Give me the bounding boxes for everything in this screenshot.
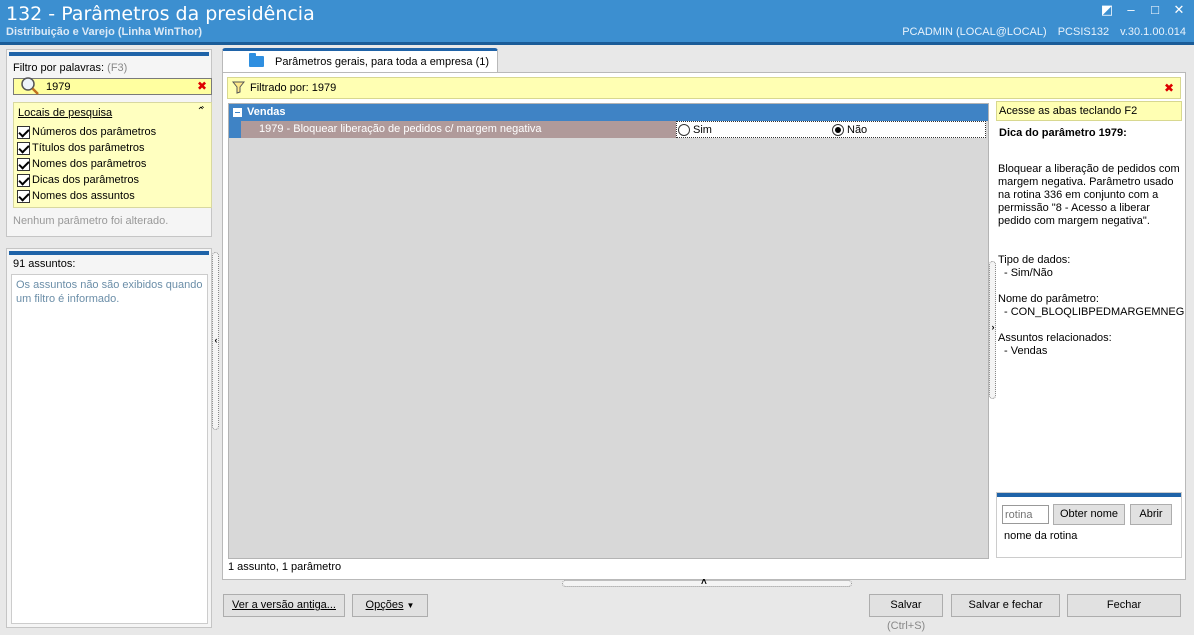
checkbox-icon[interactable] bbox=[17, 125, 30, 139]
related-subjects-value: - Vendas bbox=[1004, 345, 1048, 357]
row-selector[interactable] bbox=[229, 121, 241, 138]
related-subjects-label: Assuntos relacionados: bbox=[998, 332, 1112, 344]
param-name-label: Nome do parâmetro: bbox=[998, 293, 1099, 305]
search-locations: Locais de pesquisa ⌃̂ Números dos parâme… bbox=[13, 102, 212, 208]
window-title: 132 - Parâmetros da presidência bbox=[6, 3, 315, 25]
option-label: Nomes dos parâmetros bbox=[32, 158, 147, 170]
user-name: PCADMIN (LOCAL@LOCAL) bbox=[902, 26, 1047, 38]
restore-icon[interactable]: ◩ bbox=[1100, 3, 1114, 17]
change-status: Nenhum parâmetro foi alterado. bbox=[13, 215, 169, 227]
expand-up-icon[interactable]: ˄ bbox=[701, 577, 707, 588]
panel-accent bbox=[9, 52, 209, 56]
group-title: Vendas bbox=[247, 106, 286, 118]
subjects-list: Os assuntos não são exibidos quando um f… bbox=[11, 274, 208, 624]
tabs-hint: Acesse as abas teclando F2 bbox=[996, 101, 1182, 121]
save-close-button[interactable]: Salvar e fechar bbox=[951, 594, 1060, 617]
option-dicas[interactable]: Dicas dos parâmetros bbox=[17, 173, 139, 187]
folder-icon bbox=[249, 53, 264, 67]
data-type-value: - Sim/Não bbox=[1004, 267, 1053, 279]
option-numeros[interactable]: Números dos parâmetros bbox=[17, 125, 156, 139]
clear-filter-icon[interactable]: ✖ bbox=[197, 79, 207, 93]
tab-label-text: Parâmetros gerais, para toda a empresa bbox=[275, 56, 473, 68]
data-type-label: Tipo de dados: bbox=[998, 254, 1071, 266]
collapse-icon[interactable]: ⌃̂ bbox=[197, 106, 205, 117]
tip-title: Dica do parâmetro 1979: bbox=[999, 127, 1127, 139]
tab-count: (1) bbox=[475, 56, 490, 68]
option-label: Títulos dos parâmetros bbox=[32, 142, 145, 154]
save-button[interactable]: Salvar bbox=[869, 594, 943, 617]
dropdown-arrow-icon: ▼ bbox=[406, 601, 415, 610]
abrir-button[interactable]: Abrir bbox=[1130, 504, 1172, 525]
close-button[interactable]: Fechar bbox=[1067, 594, 1181, 617]
options-button[interactable]: Opções ▼ bbox=[352, 594, 428, 617]
rotina-input[interactable] bbox=[1002, 505, 1049, 524]
funnel-icon bbox=[232, 81, 245, 94]
user-info: PCADMIN (LOCAL@LOCAL) PCSIS132 v.30.1.00… bbox=[894, 26, 1186, 38]
collapse-group-icon[interactable] bbox=[233, 108, 242, 117]
option-nomes[interactable]: Nomes dos parâmetros bbox=[17, 157, 146, 171]
radio-sim[interactable] bbox=[678, 124, 690, 136]
module-code: PCSIS132 bbox=[1057, 26, 1110, 38]
minimize-icon[interactable]: – bbox=[1124, 3, 1138, 17]
old-version-button[interactable]: Ver a versão antiga... bbox=[223, 594, 345, 617]
rotina-caption: nome da rotina bbox=[1004, 530, 1078, 542]
panel-accent bbox=[997, 493, 1181, 497]
subjects-count: 91 assuntos: bbox=[13, 258, 76, 270]
bottom-splitter[interactable]: ˄ bbox=[562, 577, 852, 588]
filter-bar: Filtrado por: 1979 ✖ bbox=[227, 77, 1181, 99]
filter-shortcut: (F3) bbox=[107, 62, 128, 74]
table-row[interactable]: 1979 - Bloquear liberação de pedidos c/ … bbox=[229, 121, 988, 138]
version: v.30.1.00.014 bbox=[1120, 26, 1186, 38]
collapse-left-icon[interactable]: ‹ bbox=[213, 335, 219, 345]
search-icon bbox=[21, 77, 39, 95]
checkbox-icon[interactable] bbox=[17, 157, 30, 171]
tab-parametros-gerais[interactable]: Parâmetros gerais, para toda a empresa (… bbox=[222, 48, 498, 72]
radio-sim-label[interactable]: Sim bbox=[693, 124, 712, 136]
option-label: Dicas dos parâmetros bbox=[32, 174, 139, 186]
close-icon[interactable]: ✕ bbox=[1172, 3, 1186, 17]
options-label: Opções bbox=[365, 599, 404, 611]
status-bar: 1 assunto, 1 parâmetro bbox=[228, 561, 342, 573]
radio-nao[interactable] bbox=[832, 124, 844, 136]
panel-accent bbox=[9, 251, 209, 255]
checkbox-icon[interactable] bbox=[17, 141, 30, 155]
right-splitter[interactable]: › bbox=[989, 261, 996, 399]
filter-bar-text: Filtrado por: 1979 bbox=[250, 82, 337, 94]
param-name-value: - CON_BLOQLIBPEDMARGEMNEG bbox=[1004, 306, 1185, 318]
parameter-options: Sim Não bbox=[676, 121, 986, 138]
save-shortcut: (Ctrl+S) bbox=[887, 620, 926, 632]
window-subtitle: Distribuição e Varejo (Linha WinThor) bbox=[6, 26, 203, 38]
tip-text: Bloquear a liberação de pedidos com marg… bbox=[998, 163, 1180, 227]
main-content: Filtrado por: 1979 ✖ Vendas 1979 - Bloqu… bbox=[222, 72, 1186, 580]
checkbox-icon[interactable] bbox=[17, 189, 30, 203]
obter-nome-button[interactable]: Obter nome bbox=[1053, 504, 1125, 525]
rotina-panel: Obter nome Abrir nome da rotina bbox=[996, 492, 1182, 558]
title-bar: 132 - Parâmetros da presidência Distribu… bbox=[0, 0, 1194, 42]
maximize-icon[interactable]: □ bbox=[1148, 3, 1162, 17]
option-label: Números dos parâmetros bbox=[32, 126, 157, 138]
radio-nao-label[interactable]: Não bbox=[847, 124, 867, 136]
remove-filter-icon[interactable]: ✖ bbox=[1164, 81, 1174, 95]
title-divider bbox=[0, 42, 1194, 45]
option-titulos[interactable]: Títulos dos parâmetros bbox=[17, 141, 145, 155]
checkbox-icon[interactable] bbox=[17, 173, 30, 187]
search-locations-title[interactable]: Locais de pesquisa bbox=[18, 107, 112, 119]
subjects-panel: 91 assuntos: Os assuntos não são exibido… bbox=[6, 248, 212, 628]
tab-label: Parâmetros gerais, para toda a empresa (… bbox=[275, 56, 489, 68]
search-input[interactable] bbox=[46, 80, 186, 93]
filter-label-text: Filtro por palavras: bbox=[13, 62, 105, 74]
group-row[interactable]: Vendas bbox=[229, 104, 988, 121]
parameters-grid: Vendas 1979 - Bloquear liberação de pedi… bbox=[228, 103, 989, 559]
search-box[interactable]: ✖ bbox=[13, 77, 212, 95]
filter-panel: Filtro por palavras: (F3) ✖ Locais de pe… bbox=[6, 49, 212, 237]
option-label: Nomes dos assuntos bbox=[32, 190, 135, 202]
parameter-description: 1979 - Bloquear liberação de pedidos c/ … bbox=[241, 121, 676, 138]
option-assuntos[interactable]: Nomes dos assuntos bbox=[17, 189, 135, 203]
left-splitter[interactable]: ‹ bbox=[212, 252, 219, 430]
filter-label: Filtro por palavras: (F3) bbox=[13, 62, 127, 74]
old-version-label: Ver a versão antiga... bbox=[232, 599, 336, 611]
window-controls: ◩ – □ ✕ bbox=[1100, 3, 1186, 17]
